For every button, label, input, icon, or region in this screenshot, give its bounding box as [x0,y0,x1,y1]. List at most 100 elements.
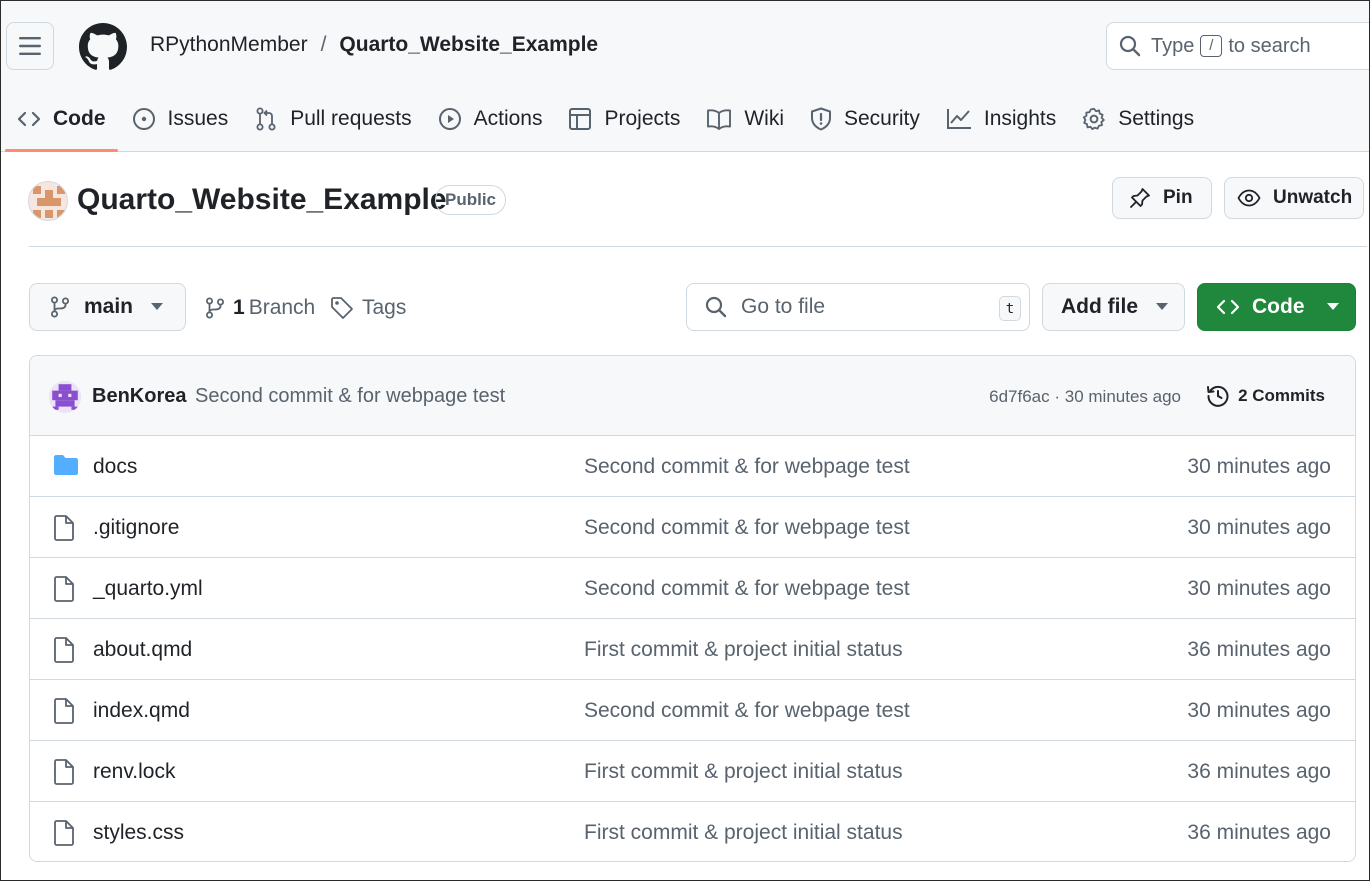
go-to-file-input[interactable]: Go to file t [686,283,1030,331]
file-commit-time: 30 minutes ago [1187,699,1331,722]
file-commit-message[interactable]: First commit & project initial status [584,638,903,662]
file-name-link[interactable]: index.qmd [93,699,190,723]
unwatch-button[interactable]: Unwatch 1 [1224,177,1364,219]
file-row[interactable]: index.qmd Second commit & for webpage te… [30,680,1355,741]
tab-projects[interactable]: Projects [556,98,692,140]
branches-count: 1 [233,296,245,319]
pin-label: Pin [1163,187,1193,208]
file-commit-message[interactable]: First commit & project initial status [584,821,903,845]
unwatch-label: Unwatch [1273,187,1353,208]
file-row[interactable]: about.qmd First commit & project initial… [30,619,1355,680]
commit-hash-time[interactable]: 6d7f6ac · 30 minutes ago [989,387,1181,407]
file-row[interactable]: _quarto.yml Second commit & for webpage … [30,558,1355,619]
file-commit-message[interactable]: Second commit & for webpage test [584,455,910,479]
file-name-link[interactable]: .gitignore [93,516,179,540]
tab-security[interactable]: Security [798,98,932,140]
search-icon [705,296,727,318]
github-logo-icon[interactable] [79,23,127,71]
menu-button[interactable] [6,22,54,70]
tab-settings[interactable]: Settings [1070,98,1206,140]
search-icon [1119,35,1141,57]
file-name-link[interactable]: _quarto.yml [93,577,203,601]
go-to-file-shortcut: t [999,296,1021,321]
file-commit-message[interactable]: First commit & project initial status [584,760,903,784]
branches-link[interactable]: 1 Branch [205,296,315,320]
commit-message-link[interactable]: Second commit & for webpage test [195,385,505,408]
tab-pull-requests[interactable]: Pull requests [242,98,423,140]
breadcrumb: RPythonMember / Quarto_Website_Example [150,33,598,57]
breadcrumb-repo-link[interactable]: Quarto_Website_Example [339,33,598,57]
hamburger-icon [19,37,41,55]
play-icon [438,107,462,131]
file-commit-time: 30 minutes ago [1187,455,1331,478]
file-row[interactable]: .gitignore Second commit & for webpage t… [30,497,1355,558]
chevron-down-icon [1326,303,1339,311]
file-icon [53,820,75,846]
title-divider [29,246,1367,247]
file-name-link[interactable]: about.qmd [93,638,192,662]
tab-issues[interactable]: Issues [120,98,241,140]
eye-icon [1237,189,1261,207]
branch-selector[interactable]: main [29,283,186,331]
tab-label: Security [844,107,920,130]
repo-nav-tabs: Code Issues Pull requests Actions Projec… [5,98,1208,152]
file-commit-message[interactable]: Second commit & for webpage test [584,577,910,601]
repo-title[interactable]: Quarto_Website_Example [77,183,447,217]
commits-history-link[interactable]: 2 Commits [1206,384,1325,408]
commit-author-avatar[interactable] [49,381,81,413]
breadcrumb-owner-link[interactable]: RPythonMember [150,33,308,57]
file-commit-time: 30 minutes ago [1187,516,1331,539]
commits-label: 2 Commits [1238,386,1325,405]
code-dropdown-button[interactable]: Code [1197,283,1356,331]
tab-label: Code [53,107,106,130]
file-icon [53,576,75,602]
chevron-down-icon [1156,303,1168,311]
latest-commit-bar: BenKorea Second commit & for webpage tes… [30,356,1355,436]
tag-icon [330,296,354,320]
tags-link[interactable]: Tags [330,296,406,320]
commit-author-link[interactable]: BenKorea [92,385,186,408]
shield-icon [810,107,832,131]
tab-label: Pull requests [290,107,412,130]
tab-code[interactable]: Code [5,98,118,152]
tab-label: Settings [1118,107,1195,130]
file-name-link[interactable]: renv.lock [93,760,175,784]
tab-actions[interactable]: Actions [426,98,555,140]
code-label: Code [1252,295,1305,318]
file-commit-time: 36 minutes ago [1187,638,1331,661]
code-icon [17,109,41,129]
issue-icon [132,107,156,131]
pull-request-icon [254,107,278,131]
file-row[interactable]: styles.css First commit & project initia… [30,802,1355,861]
add-file-button[interactable]: Add file [1042,283,1185,331]
code-icon [1216,297,1240,317]
search-shortcut-key: / [1200,35,1223,57]
search-suffix-text: to search [1228,34,1311,57]
file-table: BenKorea Second commit & for webpage tes… [29,355,1356,862]
file-commit-time: 36 minutes ago [1187,821,1331,844]
tab-wiki[interactable]: Wiki [694,98,796,140]
pin-button[interactable]: Pin [1112,177,1212,219]
visibility-badge: Public [435,185,507,215]
file-name-link[interactable]: docs [93,455,137,479]
file-row[interactable]: docs Second commit & for webpage test 30… [30,436,1355,497]
file-icon [53,637,75,663]
tab-insights[interactable]: Insights [934,98,1068,140]
book-icon [706,108,732,130]
tab-label: Projects [604,107,681,130]
file-name-link[interactable]: styles.css [93,821,184,845]
search-prefix-text: Type [1151,34,1195,57]
branch-name: main [84,295,134,318]
file-commit-time: 36 minutes ago [1187,760,1331,783]
file-commit-message[interactable]: Second commit & for webpage test [584,699,910,723]
breadcrumb-separator: / [320,33,327,56]
gear-icon [1082,107,1106,131]
tab-label: Issues [167,107,229,130]
global-search-input[interactable]: Type / to search [1106,22,1370,70]
tab-label: Insights [983,107,1057,130]
pin-icon [1129,187,1151,209]
file-commit-message[interactable]: Second commit & for webpage test [584,516,910,540]
add-file-label: Add file [1061,295,1138,318]
owner-avatar[interactable] [28,181,68,221]
file-row[interactable]: renv.lock First commit & project initial… [30,741,1355,802]
